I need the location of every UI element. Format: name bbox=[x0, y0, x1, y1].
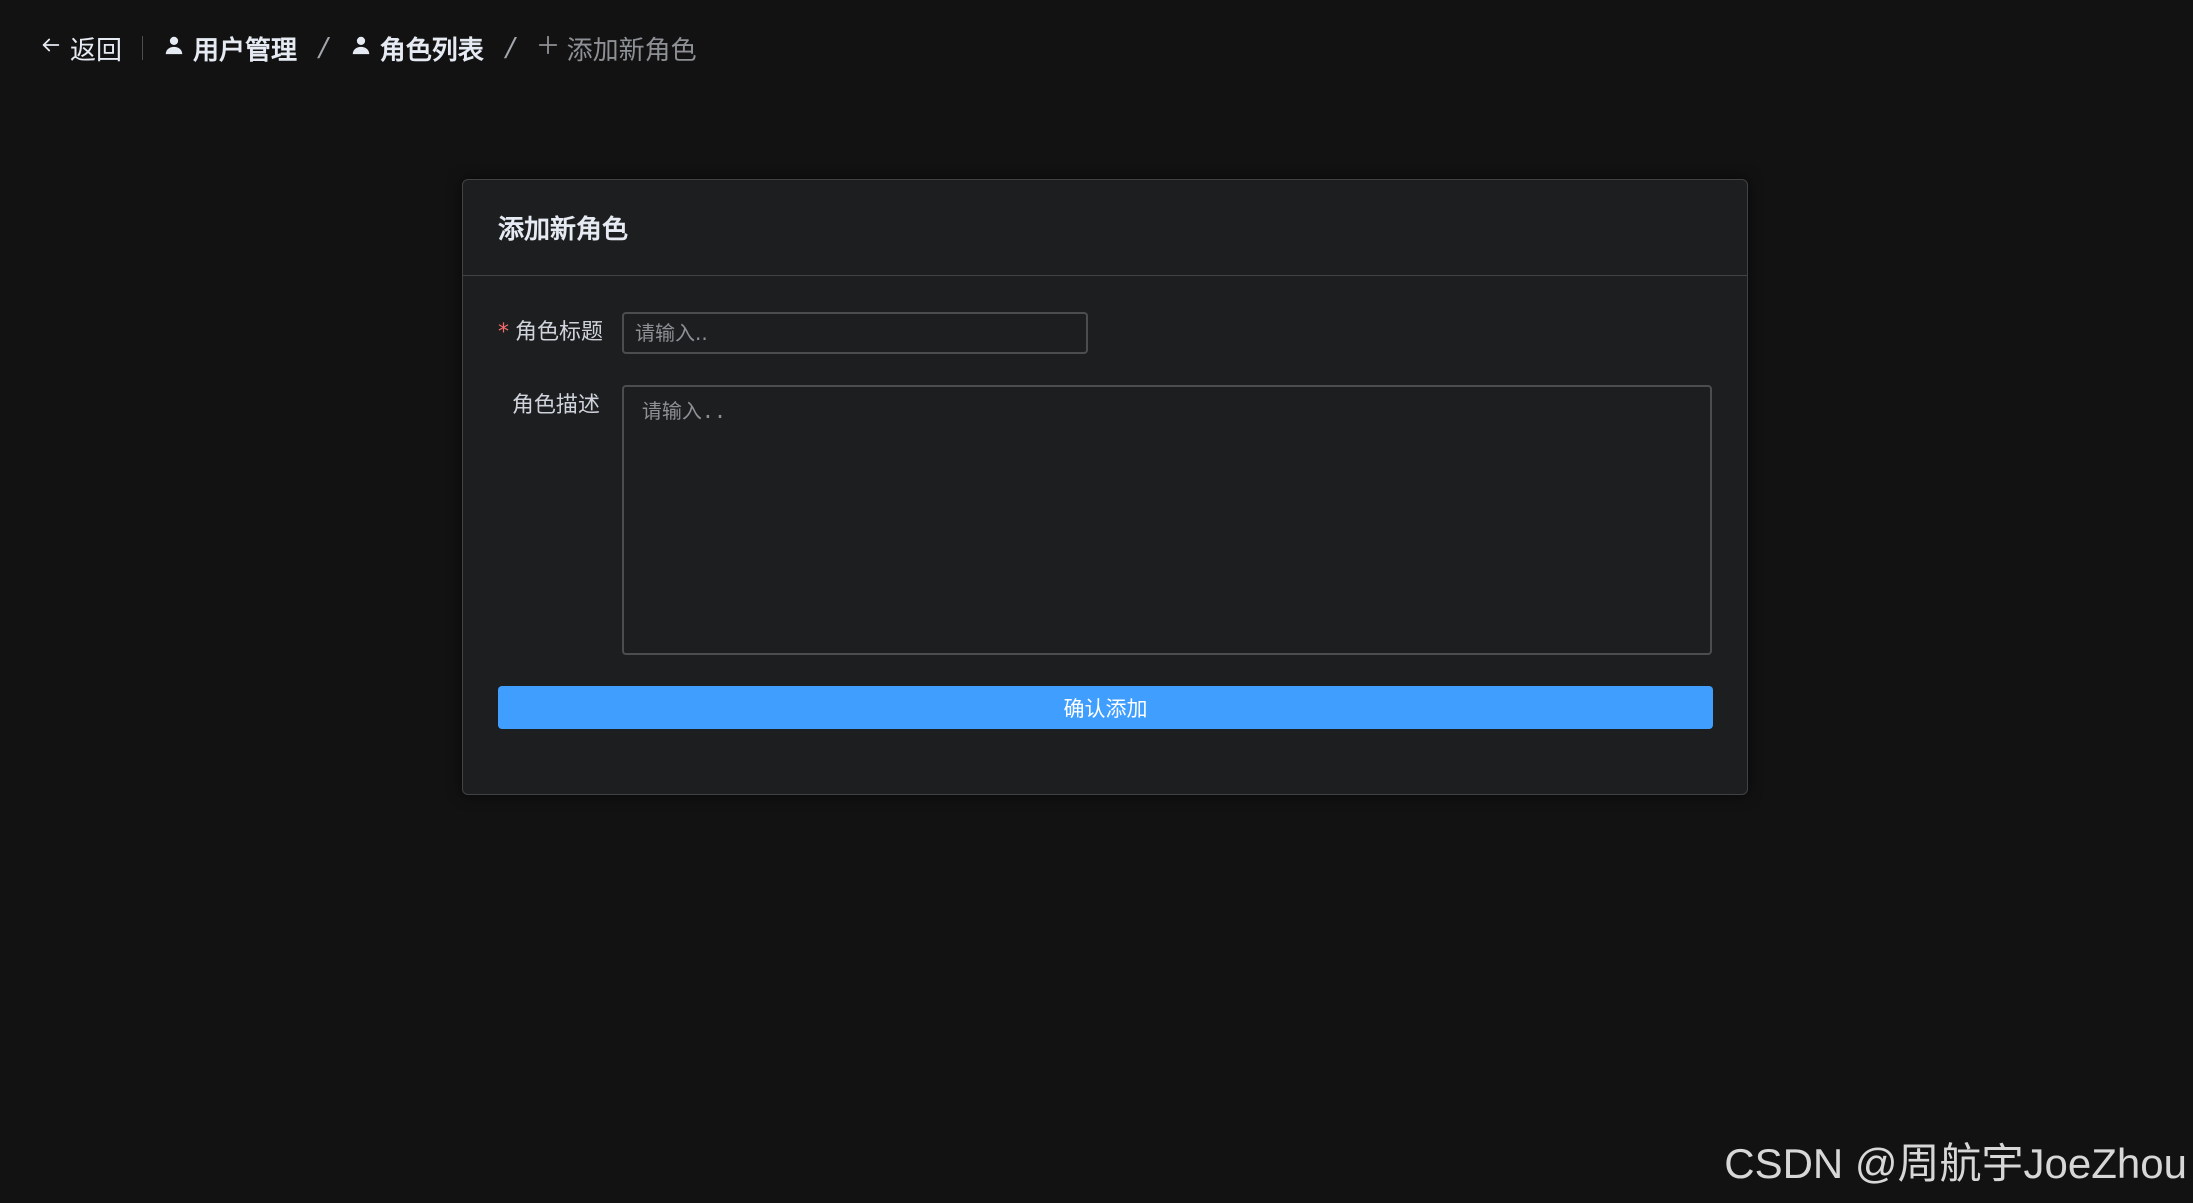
role-title-label-text: 角色标题 bbox=[515, 320, 604, 345]
required-mark: * bbox=[498, 320, 509, 345]
role-title-input[interactable] bbox=[622, 312, 1088, 354]
plus-icon bbox=[537, 33, 567, 63]
back-label: 返回 bbox=[70, 35, 123, 66]
breadcrumb-separator: / bbox=[319, 33, 328, 63]
breadcrumb-label: 用户管理 bbox=[193, 35, 298, 66]
add-role-form: *角色标题 角色描述 确认添加 bbox=[463, 276, 1747, 729]
arrow-left-icon bbox=[40, 33, 70, 63]
form-item-role-description: 角色描述 bbox=[498, 385, 1712, 655]
card-title: 添加新角色 bbox=[463, 180, 1747, 276]
breadcrumb-add-role: 添加新角色 bbox=[537, 30, 697, 67]
watermark: CSDN @周航宇JoeZhou bbox=[1724, 1140, 2187, 1187]
page-header: 返回 用户管理 / 角色列表 / 添加新角色 bbox=[40, 28, 697, 68]
add-role-card: 添加新角色 *角色标题 角色描述 确认添加 bbox=[462, 179, 1748, 795]
breadcrumb-separator: / bbox=[505, 33, 515, 63]
breadcrumb-user-management[interactable]: 用户管理 bbox=[163, 30, 297, 67]
user-icon bbox=[350, 33, 380, 63]
role-description-label: 角色描述 bbox=[511, 393, 600, 418]
user-icon bbox=[163, 33, 193, 63]
role-description-textarea[interactable] bbox=[621, 385, 1712, 655]
role-title-label: * 角色标题 bbox=[498, 312, 622, 354]
breadcrumb-role-list[interactable]: 角色列表 bbox=[350, 30, 484, 67]
breadcrumb-label: 角色列表 bbox=[379, 35, 484, 66]
header-divider bbox=[142, 36, 144, 60]
confirm-add-button[interactable]: 确认添加 bbox=[498, 686, 1713, 729]
breadcrumb-label: 添加新角色 bbox=[566, 35, 697, 66]
form-item-role-title: * 角色标题 bbox=[498, 312, 1712, 354]
back-button[interactable]: 返回 bbox=[40, 30, 122, 67]
